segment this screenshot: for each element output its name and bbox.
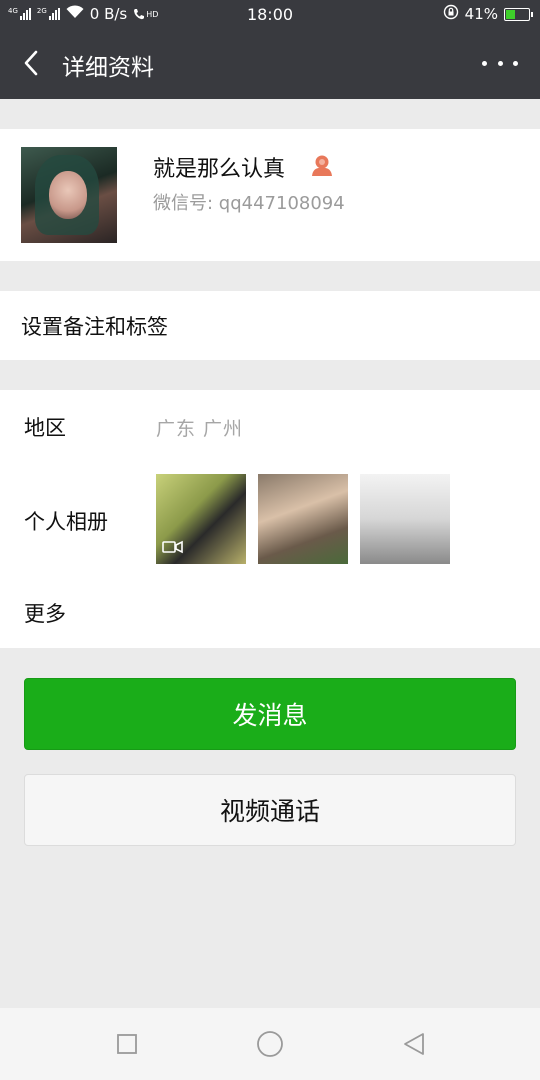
battery-icon [504, 7, 533, 21]
region-label: 地区 [24, 416, 66, 440]
album-thumbnail[interactable] [360, 474, 450, 564]
more-options-button[interactable] [482, 54, 518, 72]
recent-apps-button[interactable] [111, 1028, 143, 1060]
contact-person-icon [310, 153, 334, 181]
region-value: 广东 广州 [156, 418, 244, 440]
battery-fill [506, 9, 516, 19]
album-thumbnail[interactable] [258, 474, 348, 564]
set-remark-tags-row[interactable]: 设置备注和标签 [0, 291, 540, 360]
battery-percent: 41% [464, 5, 498, 23]
status-bar: 4G 2G 0 B/s HD 18:00 41% [0, 0, 540, 28]
album-thumbnail[interactable] [156, 474, 246, 564]
remark-label: 设置备注和标签 [21, 315, 168, 339]
profile-name: 就是那么认真 [153, 157, 286, 182]
more-label[interactable]: 更多 [24, 598, 66, 628]
wechat-id: 微信号: qq447108094 [153, 193, 345, 214]
back-nav-button[interactable] [398, 1028, 430, 1060]
home-button[interactable] [254, 1028, 286, 1060]
send-message-button[interactable]: 发消息 [24, 678, 516, 750]
video-icon [162, 539, 184, 558]
info-section: 地区 广东 广州 个人相册 更多 [0, 390, 540, 648]
chevron-left-icon [24, 50, 38, 76]
rotation-lock-icon [443, 4, 459, 24]
triangle-back-icon [404, 1033, 424, 1055]
app-header: 详细资料 [0, 28, 540, 99]
avatar[interactable] [21, 147, 117, 243]
status-right: 41% [443, 4, 533, 24]
square-icon [117, 1034, 137, 1054]
circle-icon [257, 1031, 283, 1057]
video-call-button[interactable]: 视频通话 [24, 774, 516, 846]
system-nav-bar [0, 1008, 540, 1080]
more-dots-icon [482, 60, 487, 66]
back-button[interactable] [14, 46, 48, 80]
profile-card[interactable]: 就是那么认真 微信号: qq447108094 [0, 129, 540, 261]
album-label[interactable]: 个人相册 [24, 506, 108, 536]
page-title: 详细资料 [62, 55, 154, 81]
